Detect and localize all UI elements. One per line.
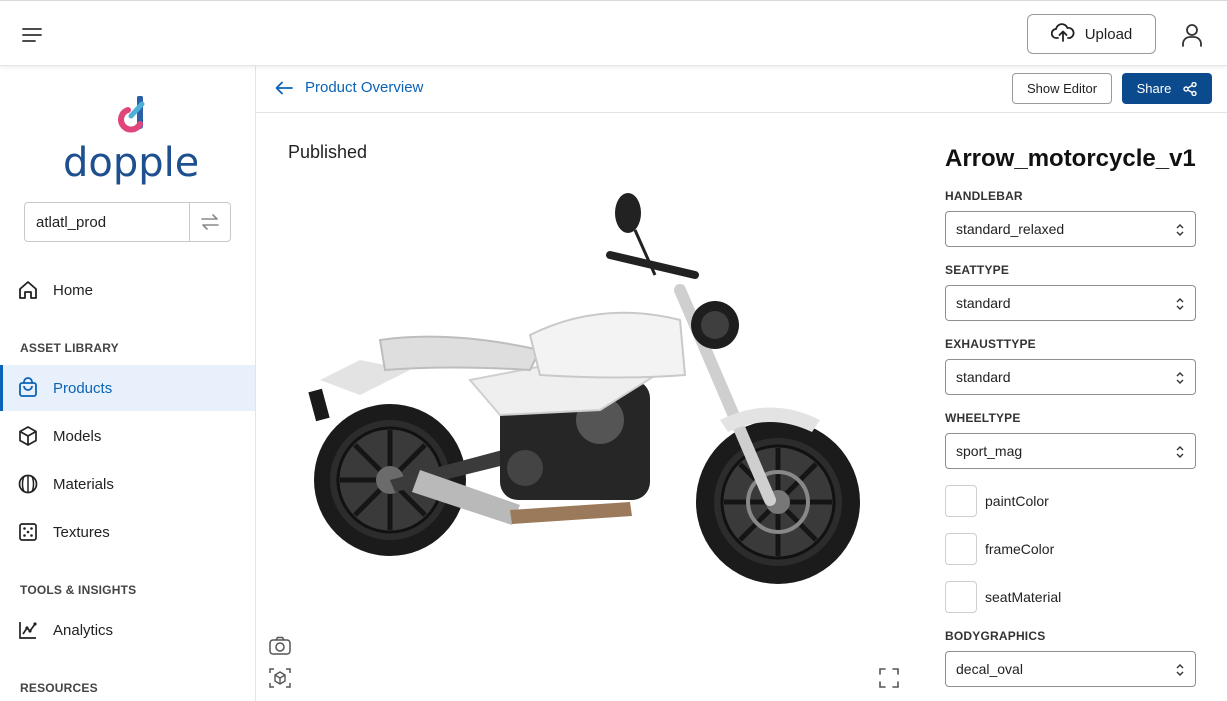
workspace-selector[interactable]: atlatl_prod (24, 202, 231, 242)
upload-label: Upload (1084, 25, 1133, 43)
exhausttype-select[interactable]: standard (945, 359, 1196, 395)
share-button[interactable]: Share (1122, 73, 1212, 104)
color-swatch[interactable] (945, 485, 977, 517)
swatch-label: frameColor (985, 541, 1055, 557)
chevron-updown-icon (1176, 664, 1184, 676)
cube-icon (19, 426, 37, 446)
handlebar-select[interactable]: standard_relaxed (945, 211, 1196, 247)
user-icon[interactable] (1178, 21, 1206, 49)
chevron-updown-icon (1176, 224, 1184, 236)
motorcycle-render (308, 193, 860, 584)
color-swatch[interactable] (945, 533, 977, 565)
sidebar-item-label: Textures (53, 523, 110, 541)
sidebar-item-label: Analytics (53, 621, 114, 639)
analytics-icon (19, 622, 37, 639)
option-label-handlebar: HANDLEBAR (945, 189, 1023, 203)
seattype-select[interactable]: standard (945, 285, 1196, 321)
product-subheader: Product Overview Show Editor Share (256, 66, 1227, 113)
product-title: Arrow_motorcycle_v1 (945, 145, 1196, 172)
section-asset-library: ASSET LIBRARY (20, 341, 119, 355)
select-value: sport_mag (956, 443, 1023, 459)
fullscreen-icon[interactable] (877, 666, 901, 690)
section-tools-insights: TOOLS & INSIGHTS (20, 583, 137, 597)
show-editor-button[interactable]: Show Editor (1012, 73, 1112, 104)
switch-workspace-icon[interactable] (189, 203, 230, 241)
top-bar: Upload (0, 0, 1227, 66)
sidebar-item-materials[interactable]: Materials (0, 461, 255, 507)
sidebar-item-label: Materials (53, 475, 114, 493)
select-value: standard (956, 369, 1011, 385)
wheeltype-select[interactable]: sport_mag (945, 433, 1196, 469)
sidebar-item-label: Home (53, 281, 94, 299)
option-label-exhausttype: EXHAUSTTYPE (945, 337, 1036, 351)
sidebar-item-home[interactable]: Home (0, 267, 255, 313)
swatch-label: paintColor (985, 493, 1049, 509)
home-icon (19, 281, 37, 299)
ar-view-icon[interactable] (268, 666, 292, 690)
sidebar-item-label: Products (53, 379, 113, 397)
sidebar-item-textures[interactable]: Textures (0, 509, 255, 555)
chevron-updown-icon (1176, 372, 1184, 384)
texture-grid-icon (19, 523, 37, 541)
color-swatch[interactable] (945, 581, 977, 613)
swatch-label: seatMaterial (985, 589, 1062, 605)
share-label: Share (1136, 81, 1172, 96)
sidebar-item-products[interactable]: Products (0, 365, 255, 411)
seat-material-swatch[interactable]: seatMaterial (945, 581, 1061, 613)
option-label-wheeltype: WHEELTYPE (945, 411, 1021, 425)
paint-color-swatch[interactable]: paintColor (945, 485, 1049, 517)
option-label-seattype: SEATTYPE (945, 263, 1010, 277)
chevron-updown-icon (1176, 298, 1184, 310)
back-to-product-overview[interactable]: Product Overview (275, 79, 423, 96)
select-value: decal_oval (956, 661, 1023, 677)
material-sphere-icon (18, 474, 38, 494)
sidebar: dopple atlatl_prod Home ASSET LIBRARY Pr… (0, 66, 256, 701)
sidebar-item-label: Models (53, 427, 102, 445)
frame-color-swatch[interactable]: frameColor (945, 533, 1054, 565)
dopple-logo[interactable]: dopple (62, 95, 199, 188)
sidebar-item-models[interactable]: Models (0, 413, 255, 459)
arrow-left-icon (275, 81, 293, 94)
workspace-name: atlatl_prod (36, 213, 107, 231)
upload-button[interactable]: Upload (1027, 14, 1156, 54)
chevron-updown-icon (1176, 446, 1184, 458)
menu-icon[interactable] (20, 23, 44, 47)
share-icon (1183, 81, 1198, 96)
logo-text: dopple (63, 140, 197, 186)
shopping-bag-icon (19, 377, 37, 397)
select-value: standard_relaxed (956, 221, 1065, 237)
bodygraphics-select[interactable]: decal_oval (945, 651, 1196, 687)
option-label-bodygraphics: BODYGRAPHICS (945, 629, 1046, 643)
publish-status: Published (288, 142, 368, 162)
back-label: Product Overview (305, 79, 424, 96)
section-resources: RESOURCES (20, 681, 98, 695)
select-value: standard (956, 295, 1011, 311)
3d-product-viewer[interactable] (300, 180, 880, 600)
cloud-upload-icon (1050, 22, 1075, 46)
sidebar-item-analytics[interactable]: Analytics (0, 607, 255, 653)
screenshot-camera-icon[interactable] (268, 634, 292, 658)
